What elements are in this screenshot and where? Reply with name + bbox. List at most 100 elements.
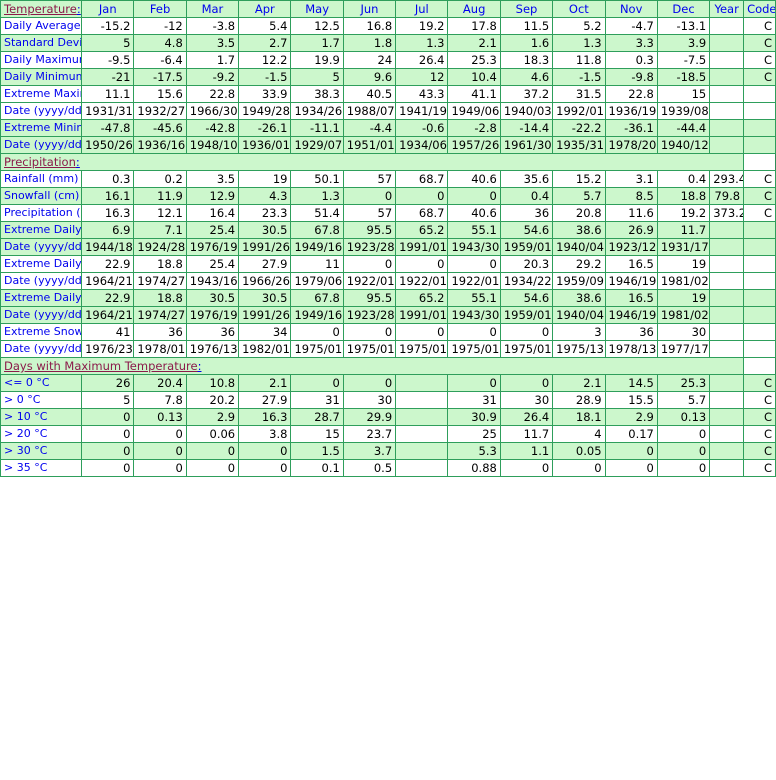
table-row: Date (yyyy/dd) 1931/31 1932/27 1966/30 1949/…	[0, 102, 776, 120]
column-header-jul[interactable]: Jul	[395, 0, 449, 18]
cell-35-c-feb: 0	[133, 459, 187, 477]
cell-rainfall-mm-oct: 15.2	[552, 170, 606, 188]
table-row: Daily Minimum (°C)-21-17.5-9.2-1.559.612…	[0, 68, 776, 86]
cell-standard-deviation-year	[709, 34, 745, 52]
cell-extreme-minimum-c-nov: -36.1	[604, 119, 658, 137]
cell-extreme-snow-depth-cm-oct: 3	[552, 323, 606, 341]
cell-extreme-minimum-c-year	[709, 119, 745, 137]
cell-extreme-snow-depth-cm-jan: 41	[81, 323, 135, 341]
cell-0-c-oct: 2.1	[552, 374, 606, 392]
cell-35-c-sep: 0	[499, 459, 554, 477]
cell-extreme-daily-rainfall-mm-mar: 25.4	[185, 221, 240, 239]
cell-daily-average-c-apr: 5.4	[238, 17, 292, 35]
table-row: Extreme Minimum (°C)-47.8-45.6-42.8-26.1…	[0, 119, 776, 137]
cell-10-c-dec: 0.13	[656, 408, 711, 426]
column-header-year[interactable]: Year	[709, 0, 745, 18]
cell-rainfall-mm-year: 293.4	[709, 170, 745, 188]
cell-date-yyyy-dd-may: 1949/16	[290, 238, 344, 256]
cell-0-c-jan: 26	[81, 374, 135, 392]
cell-rainfall-mm-mar: 3.5	[185, 170, 240, 188]
cell-snowfall-cm-mar: 12.9	[185, 187, 240, 205]
cell-extreme-daily-snowfall-cm-dec: 19	[656, 255, 711, 273]
cell-extreme-minimum-c-jun: -4.4	[342, 119, 397, 137]
cell-date-yyyy-dd-code	[743, 272, 776, 290]
cell-0-c-code: C	[743, 374, 776, 392]
column-header-oct[interactable]: Oct	[552, 0, 606, 18]
cell-extreme-daily-snowfall-cm-sep: 20.3	[499, 255, 554, 273]
column-header-aug[interactable]: Aug	[447, 0, 501, 18]
column-header-apr[interactable]: Apr	[238, 0, 292, 18]
row-label-date-yyyy-dd: Date (yyyy/dd)	[0, 306, 83, 324]
table-row: Rainfall (mm) 0.3 0.2 3.5 19 50.1 57 68.7 40.6 35…	[0, 170, 776, 188]
cell-date-yyyy-dd-apr: 1936/01	[238, 136, 292, 154]
cell-extreme-snow-depth-cm-may: 0	[290, 323, 344, 341]
cell-0-c-aug: 0	[447, 374, 501, 392]
column-header-jun[interactable]: Jun	[342, 0, 397, 18]
cell-35-c-jul	[395, 459, 449, 477]
cell-date-yyyy-dd-jun: 1988/07	[342, 102, 397, 120]
column-header-dec[interactable]: Dec	[656, 0, 711, 18]
cell-daily-average-c-may: 12.5	[290, 17, 344, 35]
cell-precipitation-mm-code: C	[743, 204, 776, 222]
cell-date-yyyy-dd-feb: 1974/27	[133, 306, 187, 324]
cell-extreme-daily-snowfall-cm-nov: 16.5	[604, 255, 658, 273]
cell-standard-deviation-nov: 3.3	[604, 34, 658, 52]
cell-extreme-daily-precipitation-mm-year	[709, 289, 745, 307]
cell-date-yyyy-dd-mar: 1976/19	[185, 306, 240, 324]
cell-10-c-jul	[395, 408, 449, 426]
cell-20-c-year	[709, 425, 745, 443]
cell-30-c-sep: 1.1	[499, 442, 554, 460]
column-header-code[interactable]: Code	[743, 0, 776, 18]
cell-snowfall-cm-oct: 5.7	[552, 187, 606, 205]
column-header-mar[interactable]: Mar	[185, 0, 240, 18]
cell-rainfall-mm-jan: 0.3	[81, 170, 135, 188]
cell-date-yyyy-dd-oct: 1992/01	[552, 102, 606, 120]
cell-extreme-daily-precipitation-mm-may: 67.8	[290, 289, 344, 307]
cell-daily-minimum-c-mar: -9.2	[185, 68, 240, 86]
cell-extreme-maximum-c-sep: 37.2	[499, 85, 554, 103]
section-title-colon: :	[76, 2, 81, 16]
cell-extreme-daily-rainfall-mm-may: 67.8	[290, 221, 344, 239]
cell-date-yyyy-dd-year	[709, 340, 745, 358]
cell-20-c-may: 15	[290, 425, 344, 443]
column-header-may[interactable]: May	[290, 0, 344, 18]
cell-30-c-feb: 0	[133, 442, 187, 460]
cell-date-yyyy-dd-may: 1975/01+	[290, 340, 344, 358]
cell-daily-maximum-c-year	[709, 51, 745, 69]
cell-10-c-apr: 16.3	[238, 408, 292, 426]
column-header-nov[interactable]: Nov	[604, 0, 658, 18]
cell-0-c-dec: 25.3	[656, 374, 711, 392]
cell-daily-minimum-c-feb: -17.5	[133, 68, 187, 86]
cell-date-yyyy-dd-dec: 1977/17+	[656, 340, 711, 358]
column-header-jan[interactable]: Jan	[81, 0, 135, 18]
column-header-feb[interactable]: Feb	[133, 0, 187, 18]
cell-date-yyyy-dd-jan: 1964/21	[81, 306, 135, 324]
table-header-row: Temperature: Jan Feb Mar Apr May Jun Jul Aug Sep O…	[0, 0, 776, 18]
table-row: > 20 °C 0 0 0.06 3.8 15 23.7 25 11.7 4 0.17 0 C	[0, 425, 776, 443]
cell-extreme-daily-rainfall-mm-nov: 26.9	[604, 221, 658, 239]
cell-35-c-nov: 0	[604, 459, 658, 477]
cell-daily-minimum-c-aug: 10.4	[447, 68, 501, 86]
cell-rainfall-mm-jul: 68.7	[395, 170, 449, 188]
cell-precipitation-mm-feb: 12.1	[133, 204, 187, 222]
table-row: Extreme Daily Snowfall (cm)22.918.825.42…	[0, 255, 776, 273]
cell-precipitation-mm-sep: 36	[499, 204, 554, 222]
cell-30-c-year	[709, 442, 745, 460]
cell-daily-minimum-c-apr: -1.5	[238, 68, 292, 86]
cell-daily-minimum-c-year	[709, 68, 745, 86]
section-title-text: Temperature	[4, 2, 77, 16]
cell-extreme-minimum-c-dec: -44.4	[656, 119, 711, 137]
cell-extreme-daily-precipitation-mm-mar: 30.5	[185, 289, 240, 307]
cell-standard-deviation-dec: 3.9	[656, 34, 711, 52]
cell-extreme-snow-depth-cm-jul: 0	[395, 323, 449, 341]
cell-extreme-maximum-c-code	[743, 85, 776, 103]
cell-35-c-dec: 0	[656, 459, 711, 477]
cell-date-yyyy-dd-dec: 1931/17	[656, 238, 711, 256]
cell-extreme-maximum-c-aug: 41.1	[447, 85, 501, 103]
cell-35-c-year	[709, 459, 745, 477]
cell-30-c-apr: 0	[238, 442, 292, 460]
cell-extreme-snow-depth-cm-dec: 30	[656, 323, 711, 341]
cell-precipitation-mm-year: 373.2	[709, 204, 745, 222]
cell-extreme-minimum-c-feb: -45.6	[133, 119, 187, 137]
column-header-sep[interactable]: Sep	[499, 0, 554, 18]
